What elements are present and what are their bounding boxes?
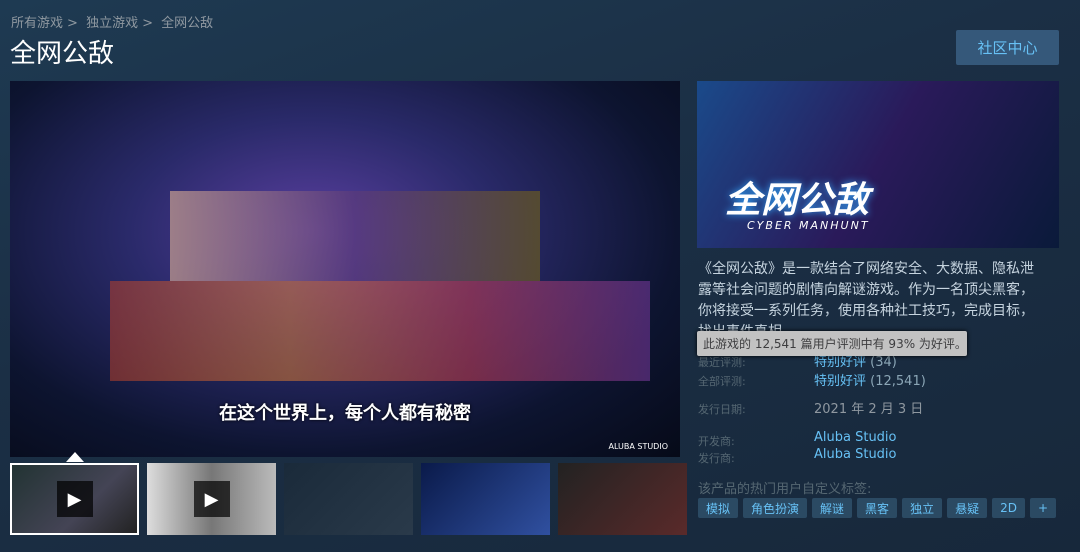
tag[interactable]: 解谜 — [812, 498, 853, 518]
tag[interactable]: 黑客 — [857, 498, 898, 518]
tags-header: 该产品的热门用户自定义标签: — [698, 482, 872, 497]
tag[interactable]: 模拟 — [698, 498, 739, 518]
media-decoration — [110, 281, 650, 381]
review-tooltip: 此游戏的 12,541 篇用户评测中有 93% 为好评。 — [697, 331, 967, 356]
game-description: 《全网公敌》是一款结合了网络安全、大数据、隐私泄露等社会问题的剧情向解谜游戏。作… — [698, 261, 1034, 339]
header-capsule-image: 全网公敌 CYBER MANHUNT — [697, 81, 1059, 248]
selected-thumb-indicator — [66, 452, 84, 462]
all-reviews[interactable]: 特别好评 (12,541) — [814, 370, 926, 389]
thumbnail-screenshot[interactable] — [284, 463, 413, 535]
thumbnail-video[interactable]: ▶ — [10, 463, 139, 535]
developer-label: 开发商: — [698, 435, 735, 448]
play-icon: ▶ — [193, 481, 230, 517]
studio-watermark: ALUBA STUDIO — [608, 442, 668, 451]
thumbnail-video[interactable]: ▶ — [147, 463, 276, 535]
breadcrumb-link[interactable]: 所有游戏 — [11, 16, 63, 31]
tag[interactable]: 悬疑 — [947, 498, 988, 518]
publisher-label: 发行商: — [698, 452, 735, 465]
community-hub-button[interactable]: 社区中心 — [956, 30, 1059, 65]
game-logo-subtitle: CYBER MANHUNT — [747, 219, 870, 232]
developer-link[interactable]: Aluba Studio — [814, 430, 897, 445]
release-date: 2021 年 2 月 3 日 — [814, 402, 924, 417]
play-icon: ▶ — [56, 481, 93, 517]
all-reviews-label: 全部评测: — [698, 375, 746, 388]
thumbnail-screenshot[interactable] — [421, 463, 550, 535]
tag[interactable]: 独立 — [902, 498, 943, 518]
release-date-label: 发行日期: — [698, 403, 746, 416]
breadcrumb-link[interactable]: 全网公敌 — [161, 16, 213, 31]
breadcrumb: 所有游戏 > 独立游戏 > 全网公敌 — [11, 16, 214, 31]
tag-list: 模拟 角色扮演 解谜 黑客 独立 悬疑 2D + — [698, 498, 1057, 518]
main-media-player[interactable]: 在这个世界上，每个人都有秘密 ALUBA STUDIO — [10, 81, 680, 457]
breadcrumb-link[interactable]: 独立游戏 — [86, 16, 138, 31]
publisher-link[interactable]: Aluba Studio — [814, 447, 897, 462]
recent-reviews-label: 最近评测: — [698, 356, 746, 369]
thumbnail-strip: ▶ ▶ — [10, 463, 687, 535]
add-tag-button[interactable]: + — [1029, 498, 1057, 518]
game-logo: 全网公敌 — [725, 180, 870, 221]
page-title: 全网公敌 — [10, 39, 115, 69]
tag[interactable]: 2D — [992, 498, 1025, 518]
thumbnail-screenshot[interactable] — [558, 463, 687, 535]
video-subtitle: 在这个世界上，每个人都有秘密 — [219, 403, 471, 424]
media-decoration — [170, 191, 540, 281]
tag[interactable]: 角色扮演 — [743, 498, 808, 518]
